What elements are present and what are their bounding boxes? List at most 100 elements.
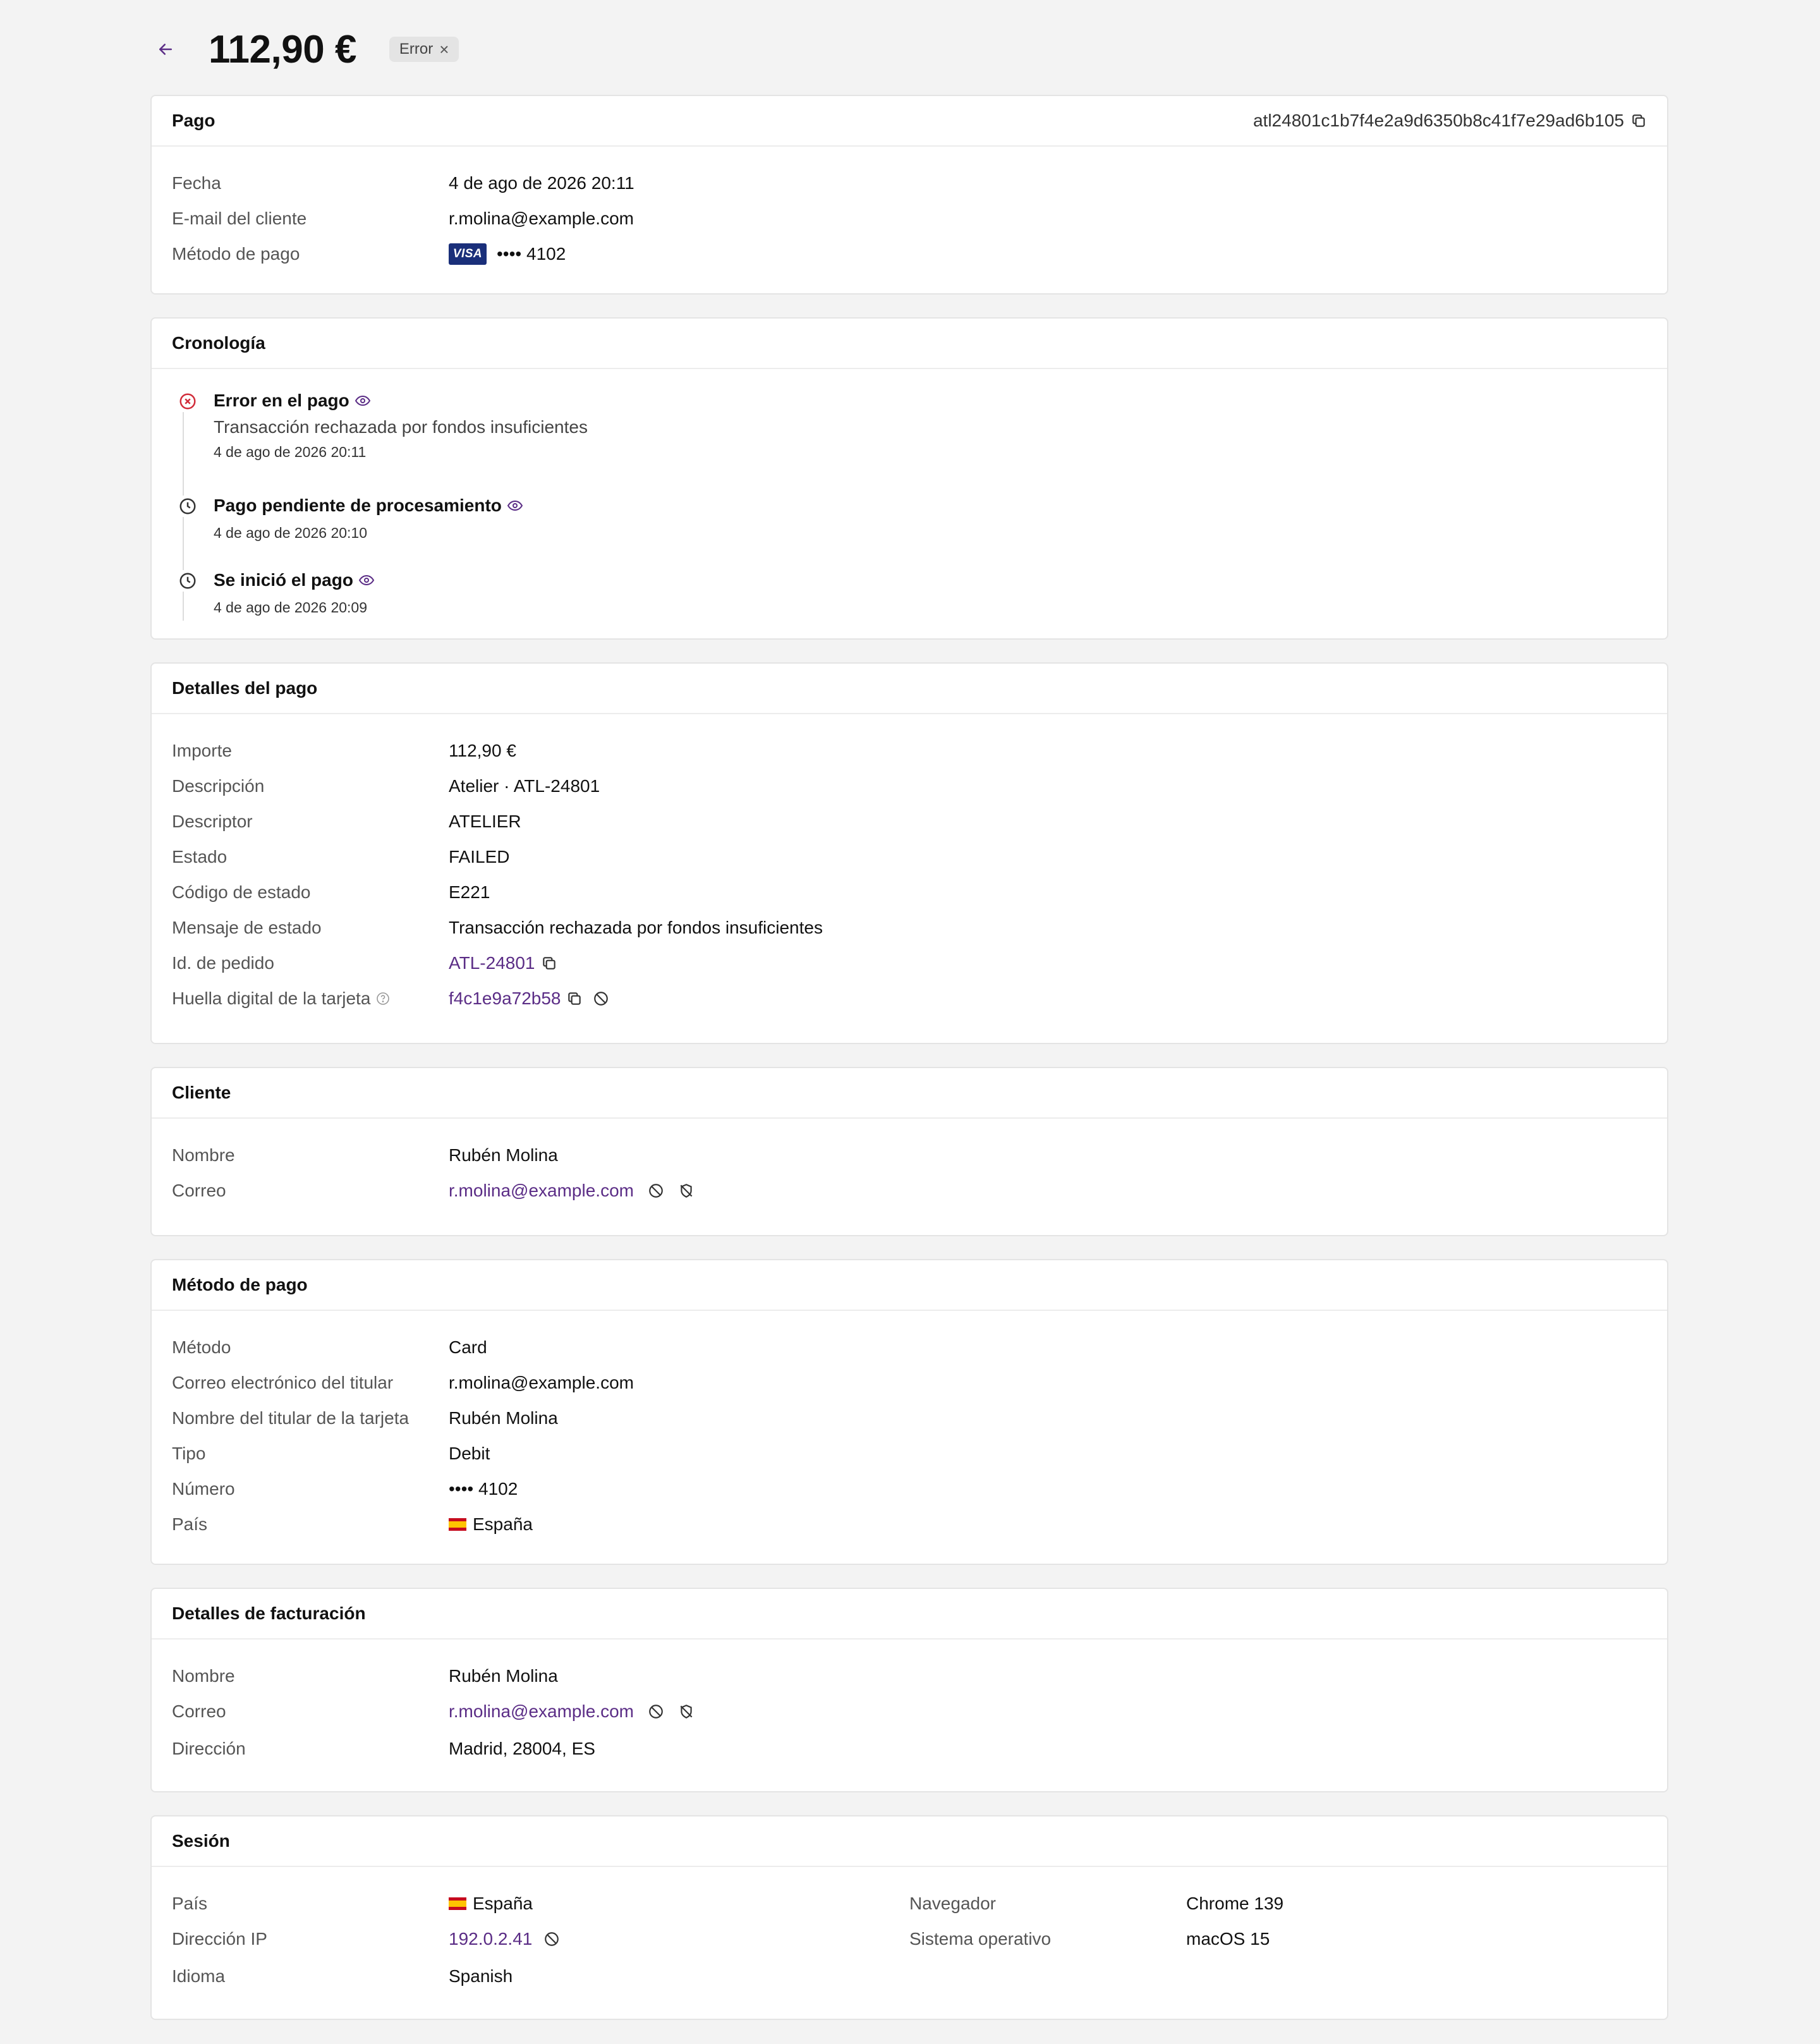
descriptor-value: ATELIER [449, 812, 521, 831]
block-icon[interactable] [593, 990, 609, 1007]
navegador-value: Chrome 139 [1186, 1894, 1284, 1913]
row-descriptor: Descriptor ATELIER [172, 804, 1647, 839]
so-label: Sistema operativo [909, 1929, 1052, 1949]
timeline-event-time: 4 de ago de 2026 20:09 [214, 599, 368, 616]
payment-id: atl24801c1b7f4e2a9d6350b8c41f7e29ad6b105 [1253, 111, 1647, 131]
metodo-label: Método de pago [172, 244, 300, 264]
timeline-event-title: Error en el pago [214, 388, 1647, 413]
pais-text: España [473, 1894, 533, 1913]
row-correo: Correo r.molina@example.com [172, 1173, 1647, 1208]
block-icon[interactable] [648, 1703, 664, 1720]
pago-card: Pago atl24801c1b7f4e2a9d6350b8c41f7e29ad… [150, 95, 1668, 295]
fecha-label: Fecha [172, 173, 221, 193]
direccion-value: Madrid, 28004, ES [449, 1739, 595, 1758]
flag-es-icon [449, 1897, 466, 1910]
numero-value: •••• 4102 [449, 1479, 518, 1499]
row-pedido: Id. de pedido ATL-24801 [172, 946, 1647, 981]
copy-icon[interactable] [566, 990, 583, 1007]
timeline: Error en el pago Transacción rechazada p… [152, 369, 1667, 641]
mensaje-label: Mensaje de estado [172, 918, 322, 937]
row-huella: Huella digital de la tarjeta f4c1e9a72b5… [172, 981, 1647, 1016]
event-title-text: Pago pendiente de procesamiento [214, 496, 502, 515]
nombre-value: Rubén Molina [449, 1145, 558, 1165]
error-circle-icon [177, 391, 198, 412]
help-icon[interactable] [375, 991, 391, 1006]
titular-label: Nombre del titular de la tarjeta [172, 1408, 410, 1428]
fecha-value: 4 de ago de 2026 20:11 [449, 173, 634, 193]
timeline-event-description: Transacción rechazada por fondos insufic… [214, 417, 588, 437]
metodo-label: Método [172, 1337, 231, 1357]
row-so: Sistema operativo macOS 15 [909, 1921, 1647, 1957]
shield-off-icon[interactable] [678, 1703, 695, 1720]
row-direccion: Dirección Madrid, 28004, ES [172, 1729, 1647, 1768]
importe-value: 112,90 € [449, 741, 516, 760]
cliente-card: Cliente Nombre Rubén Molina Correo r.mol… [150, 1067, 1668, 1236]
visa-icon: VISA [449, 243, 487, 265]
holder-email-link[interactable]: r.molina@example.com [449, 1373, 634, 1393]
page-title: 112,90 € [209, 27, 356, 71]
payment-detail-page: 112,90 € Error × Pago atl24801c1b7f4e2a9… [0, 0, 1820, 2044]
fingerprint-link[interactable]: f4c1e9a72b58 [449, 989, 561, 1009]
so-value: macOS 15 [1186, 1929, 1270, 1949]
sesion-card-header: Sesión [152, 1816, 1667, 1867]
pedido-label: Id. de pedido [172, 953, 274, 973]
card-title: Detalles del pago [172, 678, 318, 698]
copy-icon[interactable] [541, 955, 557, 971]
row-pais: País España [172, 1507, 1647, 1542]
copy-icon[interactable] [1630, 113, 1647, 129]
row-nombre: Nombre Rubén Molina [172, 1658, 1647, 1694]
descripcion-label: Descripción [172, 776, 265, 796]
row-idioma: Idioma Spanish [172, 1957, 909, 1996]
ip-link[interactable]: 192.0.2.41 [449, 1929, 532, 1949]
row-mensaje: Mensaje de estado Transacción rechazada … [172, 910, 1647, 946]
card-title: Método de pago [172, 1275, 308, 1294]
correo-value: r.molina@example.com [449, 1701, 695, 1722]
block-icon[interactable] [543, 1931, 560, 1947]
row-metodo: Método Card [172, 1330, 1647, 1365]
email-label: E-mail del cliente [172, 209, 307, 228]
shield-off-icon[interactable] [678, 1183, 695, 1199]
huella-label: Huella digital de la tarjeta [172, 989, 449, 1009]
eye-icon[interactable] [358, 574, 375, 587]
pais-value: España [449, 1894, 533, 1914]
numero-label: Número [172, 1479, 235, 1499]
ip-label: Dirección IP [172, 1929, 267, 1949]
clock-icon [177, 496, 198, 517]
eye-icon[interactable] [355, 394, 371, 407]
detalles-card-header: Detalles del pago [152, 664, 1667, 714]
customer-email-link[interactable]: r.molina@example.com [449, 209, 634, 229]
timeline-event: Pago pendiente de procesamiento 4 de ago… [172, 493, 1647, 568]
mensaje-value: Transacción rechazada por fondos insufic… [449, 918, 823, 937]
pedido-value: ATL-24801 [449, 953, 557, 973]
pais-label: País [172, 1894, 208, 1913]
close-icon[interactable]: × [439, 40, 449, 59]
row-email: E-mail del cliente r.molina@example.com [172, 201, 1647, 236]
detalles-card: Detalles del pago Importe 112,90 € Descr… [150, 662, 1668, 1044]
sesion-card: Sesión País España Dirección IP 192.0.2.… [150, 1815, 1668, 2020]
tipo-value: Debit [449, 1444, 490, 1463]
correo-label: Correo [172, 1701, 226, 1721]
metodo-pago-card-header: Método de pago [152, 1260, 1667, 1311]
card-title: Sesión [172, 1831, 230, 1851]
row-pais: País España [172, 1886, 909, 1921]
nombre-label: Nombre [172, 1145, 235, 1165]
customer-email-link[interactable]: r.molina@example.com [449, 1181, 634, 1201]
status-badge[interactable]: Error × [389, 37, 459, 62]
cliente-card-header: Cliente [152, 1068, 1667, 1119]
arrow-left-icon [159, 44, 172, 55]
eye-icon[interactable] [507, 499, 523, 512]
titular-value: Rubén Molina [449, 1408, 558, 1428]
metodo-pago-card: Método de pago Método Card Correo electr… [150, 1259, 1668, 1565]
huella-value: f4c1e9a72b58 [449, 989, 609, 1009]
row-descripcion: Descripción Atelier · ATL-24801 [172, 769, 1647, 804]
row-titular: Nombre del titular de la tarjeta Rubén M… [172, 1401, 1647, 1436]
back-button[interactable] [152, 35, 179, 63]
correo-value: r.molina@example.com [449, 1181, 695, 1201]
descripcion-value: Atelier · ATL-24801 [449, 776, 600, 796]
block-icon[interactable] [648, 1183, 664, 1199]
estado-value: FAILED [449, 847, 510, 867]
facturacion-card-header: Detalles de facturación [152, 1589, 1667, 1639]
event-title-text: Error en el pago [214, 391, 349, 410]
billing-email-link[interactable]: r.molina@example.com [449, 1701, 634, 1722]
order-id-link[interactable]: ATL-24801 [449, 953, 535, 973]
